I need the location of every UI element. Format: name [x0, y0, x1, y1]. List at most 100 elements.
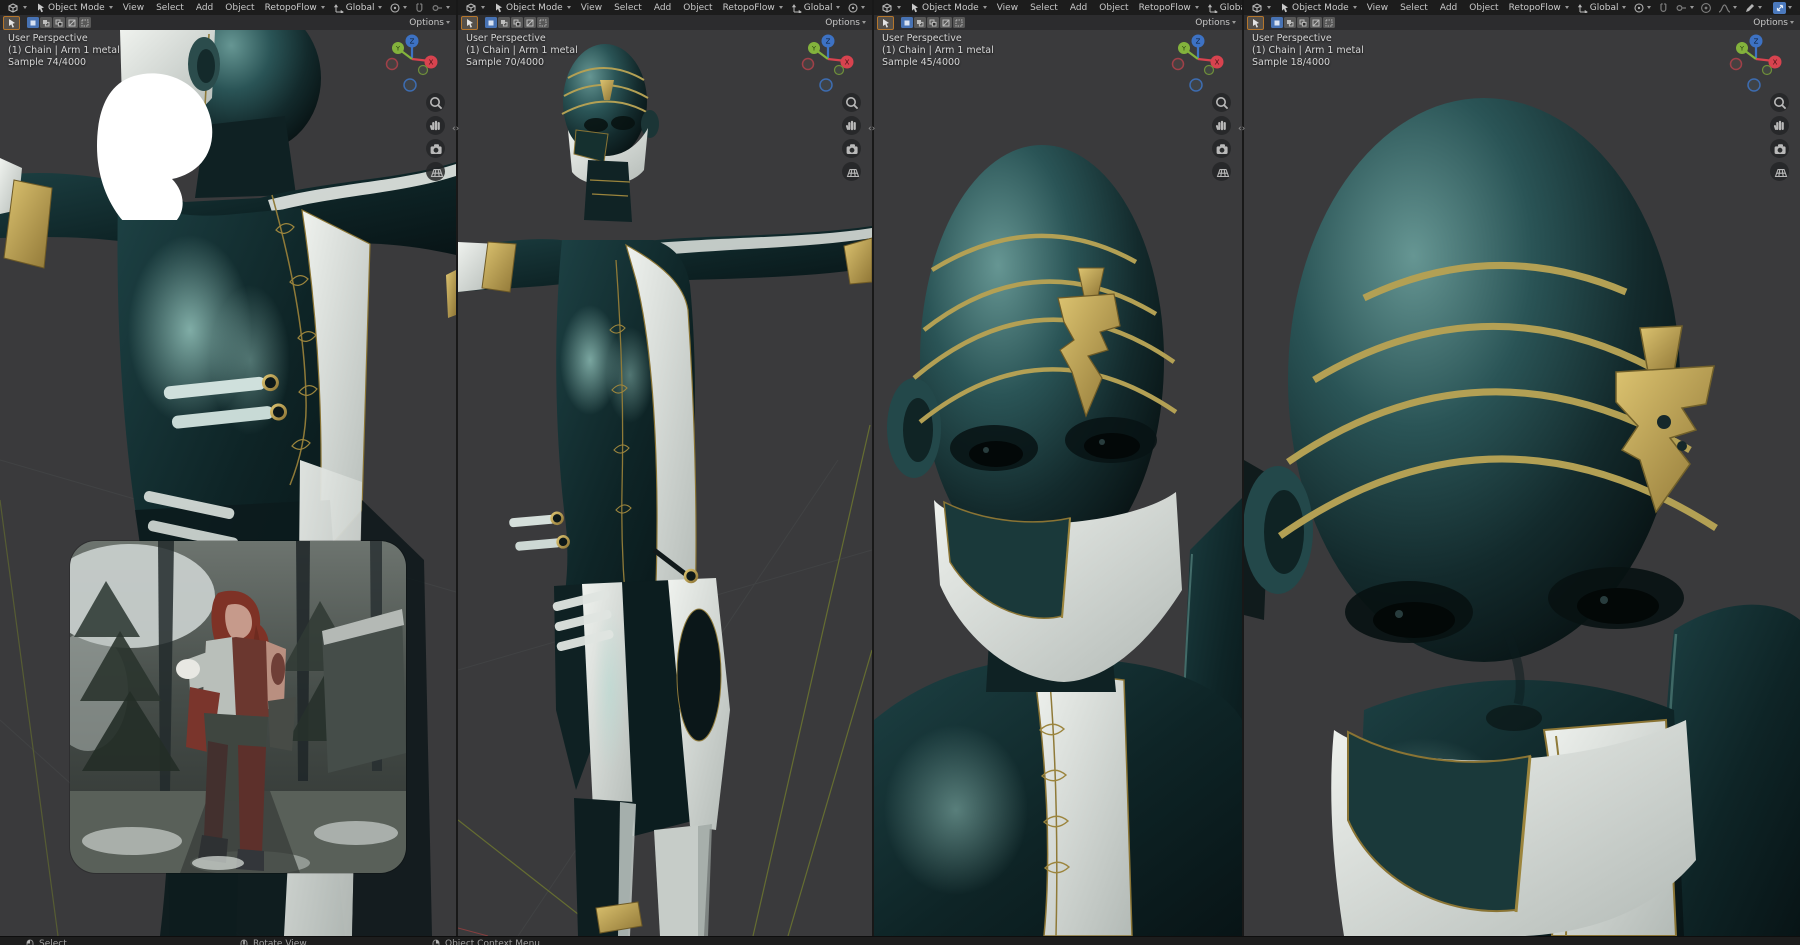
select-mode-extend-button[interactable]	[40, 17, 52, 28]
pivot-point-dropdown[interactable]	[844, 2, 868, 14]
tool-options-dropdown[interactable]: Options	[825, 18, 869, 28]
menu-object[interactable]: Object	[219, 3, 260, 13]
menu-add[interactable]: Add	[648, 3, 677, 13]
menu-object[interactable]: Object	[677, 3, 718, 13]
active-tool-button[interactable]	[3, 16, 20, 30]
transform-orientation-dropdown[interactable]: Global	[1203, 2, 1242, 13]
menu-view[interactable]: View	[117, 3, 150, 13]
tool-options-dropdown[interactable]: Options	[1195, 18, 1239, 28]
pivot-point-dropdown[interactable]	[386, 2, 410, 14]
annotate-tool-dropdown[interactable]	[1741, 2, 1765, 14]
select-mode-intersect-button[interactable]	[1323, 17, 1335, 28]
editor-type-dropdown[interactable]	[1247, 2, 1275, 14]
menu-select[interactable]: Select	[150, 3, 190, 13]
proportional-editing-toggle[interactable]	[1697, 2, 1715, 14]
select-mode-set-button[interactable]	[901, 17, 913, 28]
select-mode-set-button[interactable]	[485, 17, 497, 28]
transform-orientation-dropdown[interactable]: Global	[329, 2, 387, 13]
camera-view-button[interactable]	[1770, 139, 1789, 158]
camera-view-button[interactable]	[1212, 139, 1231, 158]
perspective-toggle-button[interactable]	[1212, 162, 1231, 181]
menu-select[interactable]: Select	[608, 3, 648, 13]
zoom-button[interactable]	[1770, 93, 1789, 112]
zoom-button[interactable]	[1212, 93, 1231, 112]
proportional-editing-toggle[interactable]	[453, 2, 456, 14]
menu-view[interactable]: View	[1361, 3, 1394, 13]
pan-button[interactable]	[842, 116, 861, 135]
select-mode-subtract-button[interactable]	[53, 17, 65, 28]
pan-button[interactable]	[426, 116, 445, 135]
select-mode-subtract-button[interactable]	[511, 17, 523, 28]
mode-dropdown[interactable]: Object Mode	[489, 2, 575, 13]
viewport-2[interactable]: User Perspective (1) Chain | Arm 1 metal…	[458, 30, 872, 936]
perspective-toggle-button[interactable]	[842, 162, 861, 181]
select-mode-intersect-button[interactable]	[79, 17, 91, 28]
panel-divider-handle[interactable]: ‹›	[452, 124, 459, 134]
perspective-toggle-button[interactable]	[1770, 162, 1789, 181]
menu-retopoflow[interactable]: RetopoFlow	[261, 3, 329, 13]
snap-settings-dropdown[interactable]	[1672, 2, 1697, 14]
navigation-gizmo[interactable]: Z X Y	[801, 33, 857, 93]
mode-dropdown[interactable]: Object Mode	[905, 2, 991, 13]
zoom-button[interactable]	[842, 93, 861, 112]
menu-add[interactable]: Add	[1064, 3, 1093, 13]
viewport-1[interactable]: User Perspective (1) Chain | Arm 1 metal…	[0, 30, 456, 936]
select-mode-subtract-button[interactable]	[1297, 17, 1309, 28]
pan-button[interactable]	[1770, 116, 1789, 135]
select-mode-invert-button[interactable]	[940, 17, 952, 28]
select-mode-invert-button[interactable]	[524, 17, 536, 28]
select-mode-extend-button[interactable]	[1284, 17, 1296, 28]
select-mode-set-button[interactable]	[27, 17, 39, 28]
menu-add[interactable]: Add	[1434, 3, 1463, 13]
menu-view[interactable]: View	[991, 3, 1024, 13]
snap-toggle[interactable]	[868, 2, 872, 14]
pan-button[interactable]	[1212, 116, 1231, 135]
pivot-point-dropdown[interactable]	[1630, 2, 1654, 14]
camera-view-button[interactable]	[426, 139, 445, 158]
viewport-4[interactable]: User Perspective (1) Chain | Arm 1 metal…	[1244, 30, 1800, 936]
menu-retopoflow[interactable]: RetopoFlow	[1505, 3, 1573, 13]
editor-type-dropdown[interactable]	[461, 2, 489, 14]
menu-object[interactable]: Object	[1093, 3, 1134, 13]
snap-settings-dropdown[interactable]	[428, 2, 453, 14]
editor-type-dropdown[interactable]	[3, 2, 31, 14]
select-mode-invert-button[interactable]	[1310, 17, 1322, 28]
zoom-button[interactable]	[426, 93, 445, 112]
menu-add[interactable]: Add	[190, 3, 219, 13]
navigation-gizmo[interactable]: Z X Y	[1171, 33, 1227, 93]
select-mode-set-button[interactable]	[1271, 17, 1283, 28]
transform-orientation-dropdown[interactable]: Global	[787, 2, 845, 13]
gizmos-toggle[interactable]	[1770, 2, 1795, 14]
navigation-gizmo[interactable]: Z X Y	[1729, 33, 1785, 93]
active-tool-button[interactable]	[1247, 16, 1264, 30]
viewport-3[interactable]: User Perspective (1) Chain | Arm 1 metal…	[874, 30, 1242, 936]
panel-divider-handle[interactable]: ‹›	[868, 124, 875, 134]
active-tool-button[interactable]	[877, 16, 894, 30]
select-mode-subtract-button[interactable]	[927, 17, 939, 28]
select-mode-extend-button[interactable]	[914, 17, 926, 28]
menu-retopoflow[interactable]: RetopoFlow	[1135, 3, 1203, 13]
proportional-falloff-dropdown[interactable]	[1715, 2, 1740, 14]
active-tool-button[interactable]	[461, 16, 478, 30]
menu-retopoflow[interactable]: RetopoFlow	[719, 3, 787, 13]
menu-select[interactable]: Select	[1024, 3, 1064, 13]
tool-options-dropdown[interactable]: Options	[1753, 18, 1797, 28]
mode-dropdown[interactable]: Object Mode	[1275, 2, 1361, 13]
perspective-toggle-button[interactable]	[426, 162, 445, 181]
mode-dropdown[interactable]: Object Mode	[31, 2, 117, 13]
select-mode-invert-button[interactable]	[66, 17, 78, 28]
panel-divider-handle[interactable]: ‹›	[1238, 124, 1245, 134]
select-mode-intersect-button[interactable]	[953, 17, 965, 28]
menu-view[interactable]: View	[575, 3, 608, 13]
transform-orientation-dropdown[interactable]: Global	[1573, 2, 1631, 13]
menu-select[interactable]: Select	[1394, 3, 1434, 13]
camera-view-button[interactable]	[842, 139, 861, 158]
select-mode-extend-button[interactable]	[498, 17, 510, 28]
menu-object[interactable]: Object	[1463, 3, 1504, 13]
select-mode-intersect-button[interactable]	[537, 17, 549, 28]
snap-toggle[interactable]	[410, 2, 428, 14]
navigation-gizmo[interactable]: Z X Y	[385, 33, 441, 93]
snap-toggle[interactable]	[1654, 2, 1672, 14]
tool-options-dropdown[interactable]: Options	[409, 18, 453, 28]
editor-type-dropdown[interactable]	[877, 2, 905, 14]
